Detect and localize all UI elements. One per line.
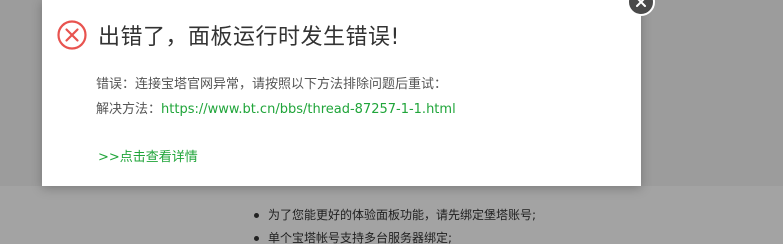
bullet-icon bbox=[254, 236, 259, 241]
solution-label: 解决方法： bbox=[96, 102, 162, 117]
solution-line: 解决方法：https://www.bt.cn/bbs/thread-87257-… bbox=[96, 97, 456, 122]
close-icon bbox=[635, 0, 647, 12]
error-circle-x-icon bbox=[56, 19, 88, 51]
solution-link[interactable]: https://www.bt.cn/bbs/thread-87257-1-1.h… bbox=[161, 102, 456, 117]
view-details-link[interactable]: >>点击查看详情 bbox=[98, 146, 198, 165]
list-item: 单个宝塔帐号支持多台服务器绑定; bbox=[252, 227, 536, 244]
bullet-icon bbox=[254, 213, 259, 218]
bullet-text: 为了您能更好的体验面板功能，请先绑定堡塔账号; bbox=[268, 208, 537, 222]
background-bullet-list: 为了您能更好的体验面板功能，请先绑定堡塔账号; 单个宝塔帐号支持多台服务器绑定; bbox=[252, 204, 536, 244]
dialog-body: 错误：连接宝塔官网异常，请按照以下方法排除问题后重试： 解决方法：https:/… bbox=[96, 72, 456, 122]
bullet-text: 单个宝塔帐号支持多台服务器绑定; bbox=[268, 231, 453, 244]
dialog-header: 出错了，面板运行时发生错误! bbox=[56, 18, 400, 52]
list-item: 为了您能更好的体验面板功能，请先绑定堡塔账号; bbox=[252, 204, 536, 227]
error-dialog: 出错了，面板运行时发生错误! 错误：连接宝塔官网异常，请按照以下方法排除问题后重… bbox=[42, 0, 641, 186]
error-message: 错误：连接宝塔官网异常，请按照以下方法排除问题后重试： bbox=[96, 77, 448, 92]
dialog-title: 出错了，面板运行时发生错误! bbox=[98, 25, 400, 50]
